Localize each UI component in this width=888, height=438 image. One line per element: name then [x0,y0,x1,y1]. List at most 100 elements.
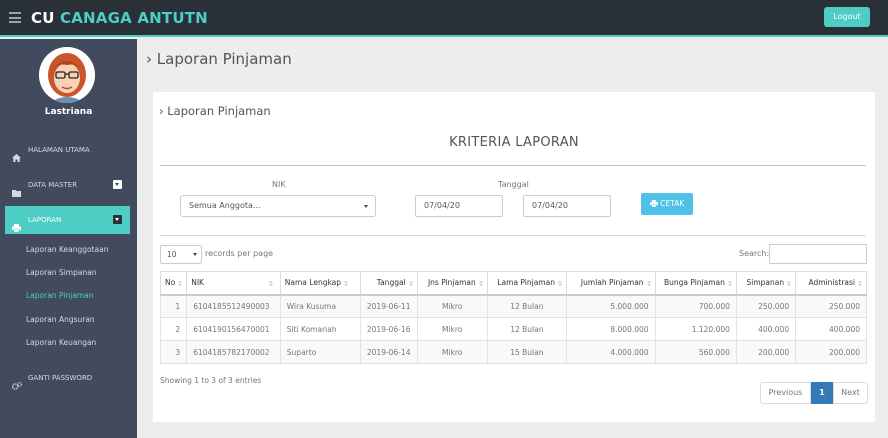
column-header-nama-lengkap[interactable]: Nama Lengkap [279,271,361,296]
column-header-jns-pinjaman[interactable]: Jns Pinjaman [416,271,488,296]
cell-nik: 6104185782170002 [186,340,281,364]
sort-icon [787,281,791,286]
cell-lama-pinjaman: 15 Bulan [486,340,567,364]
brand-part2: CANAGA ANTUTN [60,9,208,27]
cell-jns-pinjaman: Mikro [416,317,488,341]
column-header-bunga-pinjaman[interactable]: Bunga Pinjaman [654,271,737,296]
next-page-button[interactable]: Next [833,382,868,404]
nik-select[interactable]: Semua Anggota... [180,195,376,217]
cell-no: 2 [159,317,188,341]
sort-icon [558,281,562,286]
table-header-row: No NIK Nama Lengkap Tanggal Jns Pinjaman… [159,271,867,296]
chevron-down-icon [193,253,197,256]
cell-jumlah-pinjaman: 5.000.000 [565,294,656,318]
tanggal-label: Tanggal [498,180,529,189]
home-icon [12,146,21,162]
cell-tanggal: 2019-06-16 [359,317,418,341]
cell-nama: Suparto [279,340,361,364]
divider [160,235,866,236]
column-header-no[interactable]: No [159,271,188,296]
expand-caret-icon[interactable] [113,180,122,189]
cell-nama: Siti Komariah [279,317,361,341]
page-1-button[interactable]: 1 [811,382,833,404]
page-length-select[interactable]: 10 [160,245,202,264]
table-info: Showing 1 to 3 of 3 entries [160,376,262,385]
cell-tanggal: 2019-06-14 [359,340,418,364]
app-brand: CU CANAGA ANTUTN [31,9,208,27]
cell-jns-pinjaman: Mikro [416,340,488,364]
sort-icon [269,281,273,286]
menu-toggle-icon[interactable] [9,12,21,23]
cell-bunga-pinjaman: 700.000 [654,294,737,318]
cell-bunga-pinjaman: 1.120.000 [654,317,737,341]
sort-icon [728,281,732,286]
cell-tanggal: 2019-06-11 [359,294,418,318]
pagination: Previous 1 Next [760,382,868,404]
chevron-right-icon: › [146,50,152,68]
top-navbar: CU CANAGA ANTUTN Logout [0,0,888,37]
sidebar-item-ganti-password[interactable]: GANTI PASSWORD [5,364,130,392]
previous-page-button[interactable]: Previous [760,382,811,404]
print-icon [649,199,660,208]
column-header-simpanan[interactable]: Simpanan [735,271,797,296]
date-to-input[interactable]: 07/04/20 [523,195,611,217]
submenu-laporan-simpanan[interactable]: Laporan Simpanan [26,268,97,277]
loan-report-table: No NIK Nama Lengkap Tanggal Jns Pinjaman… [159,271,867,364]
user-name: Lastriana [44,107,93,117]
table-row: 2 6104190156470001 Siti Komariah 2019-06… [159,317,867,341]
report-panel: › Laporan Pinjaman KRITERIA LAPORAN NIK … [153,92,875,422]
search-input[interactable] [769,244,867,264]
brand-part1: CU [31,9,55,27]
sidebar-item-laporan[interactable]: LAPORAN [5,206,130,234]
column-header-jumlah-pinjaman[interactable]: Jumlah Pinjaman [565,271,656,296]
panel-title: › Laporan Pinjaman [159,104,271,118]
page-title: › Laporan Pinjaman [146,50,292,68]
cell-lama-pinjaman: 12 Bulan [486,317,567,341]
cell-jumlah-pinjaman: 8.000.000 [565,317,656,341]
cell-no: 1 [159,294,188,318]
sidebar-item-halaman-utama[interactable]: HALAMAN UTAMA [5,136,130,164]
cell-no: 3 [159,340,188,364]
cell-simpanan: 250.000 [735,294,797,318]
cell-jns-pinjaman: Mikro [416,294,488,318]
page-length-value: 10 [167,250,177,259]
sidebar: Lastriana HALAMAN UTAMA DATA MASTER LAPO… [0,39,137,438]
column-header-administrasi[interactable]: Administrasi [795,271,867,296]
search-label: Search: [739,249,770,258]
sort-icon [858,281,862,286]
page-length-label: records per page [205,249,274,258]
column-header-tanggal[interactable]: Tanggal [359,271,418,296]
sort-icon [178,281,182,286]
submenu-laporan-keuangan[interactable]: Laporan Keuangan [26,338,96,347]
print-icon [12,216,21,233]
submenu-laporan-pinjaman[interactable]: Laporan Pinjaman [26,291,93,300]
cell-simpanan: 200.000 [735,340,797,364]
sort-icon [409,281,413,286]
sidebar-item-data-master[interactable]: DATA MASTER [5,171,130,199]
column-header-lama-pinjaman[interactable]: Lama Pinjaman [486,271,567,296]
sort-icon [479,281,483,286]
table-row: 3 6104185782170002 Suparto 2019-06-14 Mi… [159,340,867,364]
cell-lama-pinjaman: 12 Bulan [486,294,567,318]
sidebar-item-label: LAPORAN [28,216,62,224]
logout-button[interactable]: Logout [824,7,870,27]
cell-administrasi: 250.000 [795,294,867,318]
cell-administrasi: 200.000 [795,340,867,364]
cell-nik: 6104185512490003 [186,294,281,318]
sort-icon [647,281,651,286]
sidebar-item-label: HALAMAN UTAMA [28,146,90,154]
cell-bunga-pinjaman: 560.000 [654,340,737,364]
date-from-input[interactable]: 07/04/20 [415,195,503,217]
column-header-nik[interactable]: NIK [186,271,281,296]
sort-icon [344,281,348,286]
submenu-laporan-angsuran[interactable]: Laporan Angsuran [26,315,95,324]
collapse-caret-icon[interactable] [113,215,122,224]
cetak-label: CETAK [660,199,685,208]
gears-icon [11,374,22,390]
cetak-button[interactable]: CETAK [641,193,693,215]
chevron-right-icon: › [159,104,164,118]
cell-jumlah-pinjaman: 4.000.000 [565,340,656,364]
nik-label: NIK [272,180,286,189]
sidebar-item-label: GANTI PASSWORD [28,374,93,382]
submenu-laporan-keanggotaan[interactable]: Laporan Keanggotaan [26,245,108,254]
